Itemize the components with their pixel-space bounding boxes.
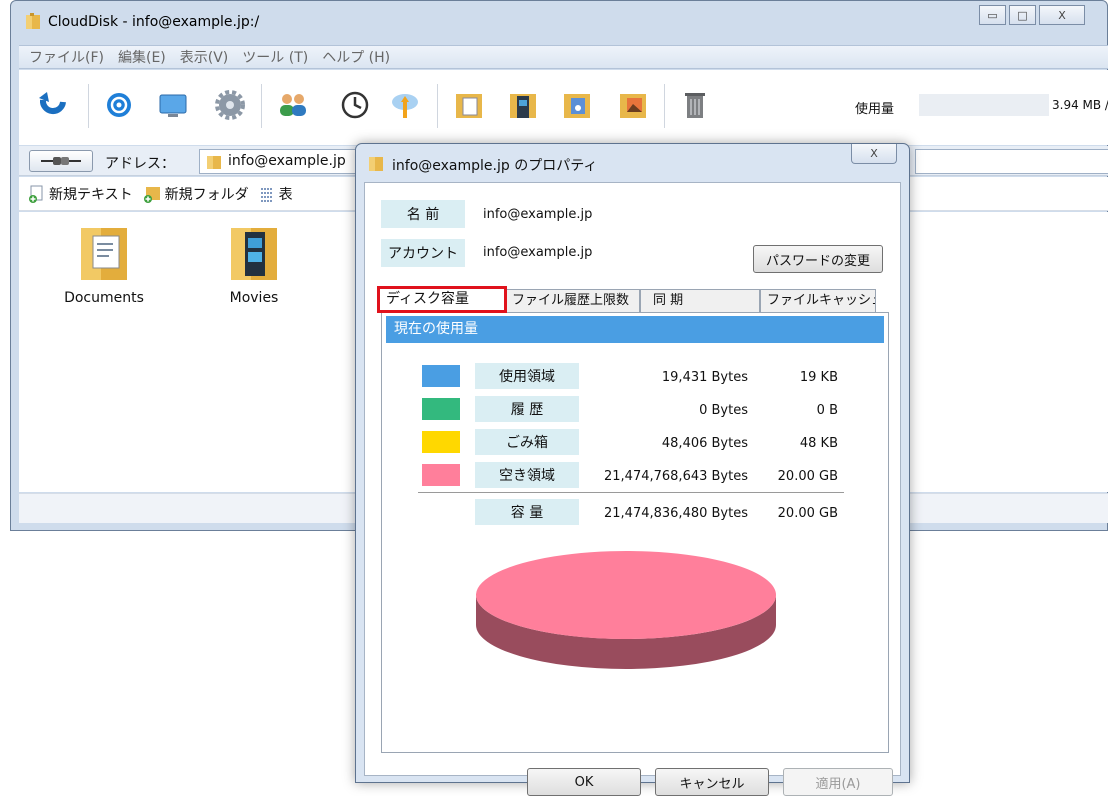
- music-folder-icon[interactable]: [561, 88, 593, 122]
- tab-file-cache[interactable]: ファイルキャッシュ: [760, 289, 876, 312]
- folder-icon: [368, 154, 384, 172]
- ok-button[interactable]: OK: [527, 768, 641, 796]
- new-folder-label: 新規フォルダ: [165, 184, 249, 204]
- trash-label: ごみ箱: [475, 429, 579, 455]
- clock-icon[interactable]: [339, 88, 371, 122]
- search-box[interactable]: [915, 149, 1108, 174]
- users-icon[interactable]: [277, 88, 309, 122]
- menu-tools[interactable]: ツール (T): [242, 47, 308, 67]
- refresh-icon[interactable]: [37, 88, 69, 122]
- documents-folder-icon[interactable]: [453, 88, 485, 122]
- tab-strip: ディスク容量 ファイル履歴上限数 同 期 ファイルキャッシュ: [377, 286, 892, 312]
- total-divider: [418, 492, 844, 493]
- disk-capacity-panel: 現在の使用量 使用領域 19,431 Bytes 19 KB 履 歴 0 Byt…: [381, 312, 889, 753]
- menu-bar: ファイル(F) 編集(E) 表示(V) ツール (T) ヘルプ (H): [19, 45, 1108, 69]
- monitor-icon[interactable]: [157, 88, 189, 122]
- properties-dialog: info@example.jp のプロパティ X 名 前 info@exampl…: [355, 143, 910, 783]
- usage-value: 3.94 MB /: [1052, 98, 1108, 112]
- tab-disk-capacity[interactable]: ディスク容量: [377, 286, 507, 313]
- section-title: 現在の使用量: [386, 316, 884, 343]
- toolbar-separator: [437, 84, 438, 128]
- free-size: 20.00 GB: [758, 469, 838, 484]
- dialog-body: 名 前 info@example.jp アカウント info@example.j…: [364, 182, 901, 776]
- menu-view[interactable]: 表示(V): [180, 47, 229, 67]
- free-swatch: [422, 464, 460, 486]
- maximize-button[interactable]: □: [1009, 5, 1036, 25]
- tab-sync[interactable]: 同 期: [640, 289, 760, 312]
- minimize-button[interactable]: ▭: [979, 5, 1006, 25]
- usage-label: 使用量: [855, 98, 894, 117]
- used-bytes: 19,431 Bytes: [580, 370, 748, 385]
- file-name: Movies: [199, 290, 309, 306]
- cloud-sync-icon[interactable]: [389, 88, 421, 122]
- back-button[interactable]: [29, 150, 93, 172]
- movies-folder-icon: [229, 220, 279, 282]
- menu-edit[interactable]: 編集(E): [118, 47, 166, 67]
- trash-icon[interactable]: [679, 88, 711, 122]
- history-label: 履 歴: [475, 396, 579, 422]
- menu-file[interactable]: ファイル(F): [29, 47, 104, 67]
- window-title: CloudDisk - info@example.jp:/: [48, 14, 259, 30]
- file-item-documents[interactable]: Documents: [49, 220, 159, 306]
- account-value: info@example.jp: [483, 245, 592, 260]
- list-view-icon: [259, 186, 275, 202]
- new-text-label: 新規テキスト: [49, 184, 133, 204]
- view-button[interactable]: 表: [259, 184, 293, 204]
- trash-bytes: 48,406 Bytes: [580, 436, 748, 451]
- usage-pie-chart: [474, 547, 784, 672]
- view-label: 表: [279, 184, 293, 204]
- free-label: 空き領域: [475, 462, 579, 488]
- movies-folder-icon[interactable]: [507, 88, 539, 122]
- toolbar-separator: [664, 84, 665, 128]
- apply-button[interactable]: 適用(A): [783, 768, 893, 796]
- tab-file-history-limit[interactable]: ファイル履歴上限数: [505, 289, 640, 312]
- new-folder-button[interactable]: 新規フォルダ: [143, 184, 249, 204]
- plug-icon: [39, 155, 83, 167]
- folder-icon: [206, 154, 222, 170]
- change-password-button[interactable]: パスワードの変更: [753, 245, 883, 273]
- dialog-title: info@example.jp のプロパティ: [392, 155, 597, 175]
- used-size: 19 KB: [758, 370, 838, 385]
- trash-swatch: [422, 431, 460, 453]
- new-file-icon: [29, 185, 45, 203]
- cancel-button[interactable]: キャンセル: [655, 768, 769, 796]
- history-size: 0 B: [758, 403, 838, 418]
- history-swatch: [422, 398, 460, 420]
- trash-size: 48 KB: [758, 436, 838, 451]
- toolbar: 使用量 3.94 MB /: [19, 70, 1108, 145]
- title-bar[interactable]: CloudDisk - info@example.jp:/ ▭ □ X: [11, 1, 1107, 41]
- name-label: 名 前: [381, 200, 465, 228]
- capacity-size: 20.00 GB: [758, 506, 838, 521]
- file-name: Documents: [49, 290, 159, 306]
- capacity-label: 容 量: [475, 499, 579, 525]
- close-button[interactable]: X: [1039, 5, 1085, 25]
- menu-help[interactable]: ヘルプ (H): [322, 47, 390, 67]
- used-label: 使用領域: [475, 363, 579, 389]
- history-bytes: 0 Bytes: [580, 403, 748, 418]
- documents-folder-icon: [79, 220, 129, 282]
- app-folder-icon: [25, 12, 41, 30]
- dialog-close-button[interactable]: X: [851, 144, 897, 164]
- new-folder-icon: [143, 185, 161, 203]
- capacity-bytes: 21,474,836,480 Bytes: [580, 506, 748, 521]
- pictures-folder-icon[interactable]: [617, 88, 649, 122]
- account-label: アカウント: [381, 239, 465, 267]
- address-input[interactable]: info@example.jp: [199, 149, 369, 174]
- address-label: アドレス：: [105, 153, 175, 173]
- compass-icon[interactable]: [103, 88, 135, 122]
- toolbar-separator: [261, 84, 262, 128]
- toolbar-separator: [88, 84, 89, 128]
- name-value: info@example.jp: [483, 207, 592, 222]
- pie-slice-4: [476, 551, 776, 639]
- file-item-movies[interactable]: Movies: [199, 220, 309, 306]
- gear-icon[interactable]: [214, 88, 246, 122]
- used-swatch: [422, 365, 460, 387]
- address-value: info@example.jp: [228, 153, 346, 169]
- free-bytes: 21,474,768,643 Bytes: [580, 469, 748, 484]
- new-text-button[interactable]: 新規テキスト: [29, 184, 133, 204]
- usage-progress-bar: [919, 94, 1049, 116]
